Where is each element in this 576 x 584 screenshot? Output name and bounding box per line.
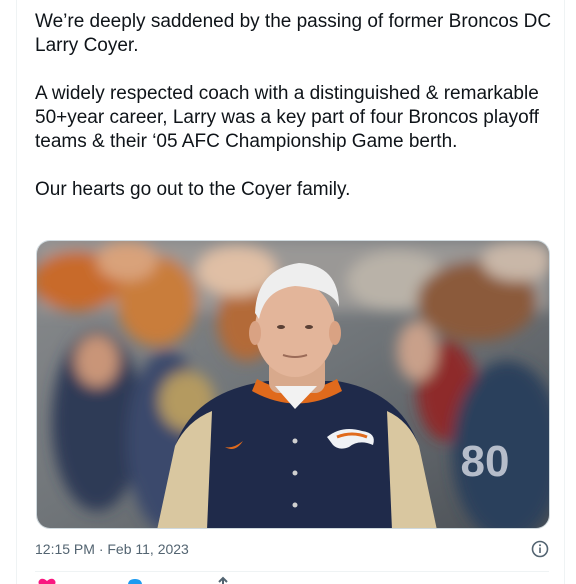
- share-icon[interactable]: [213, 576, 233, 584]
- jersey-number: 80: [461, 437, 510, 486]
- tweet-actions: [35, 574, 549, 584]
- tweet-paragraph-2: A widely respected coach with a distingu…: [35, 83, 545, 152]
- tweet-meta: 12:15 PM · Feb 11, 2023: [35, 539, 549, 559]
- tweet-photo[interactable]: 80: [36, 240, 550, 529]
- heart-icon[interactable]: [37, 576, 57, 584]
- reply-icon[interactable]: [125, 576, 145, 584]
- tweet-paragraph-1: We’re deeply saddened by the passing of …: [35, 11, 557, 56]
- coach-photo: 80: [37, 241, 549, 528]
- meta-divider: [35, 571, 549, 572]
- tweet-timestamp[interactable]: 12:15 PM · Feb 11, 2023: [35, 541, 189, 557]
- info-icon[interactable]: [531, 540, 549, 558]
- tweet-paragraph-3: Our hearts go out to the Coyer family.: [35, 179, 351, 200]
- tweet-card: We’re deeply saddened by the passing of …: [16, 0, 565, 584]
- tweet-text: We’re deeply saddened by the passing of …: [35, 10, 555, 202]
